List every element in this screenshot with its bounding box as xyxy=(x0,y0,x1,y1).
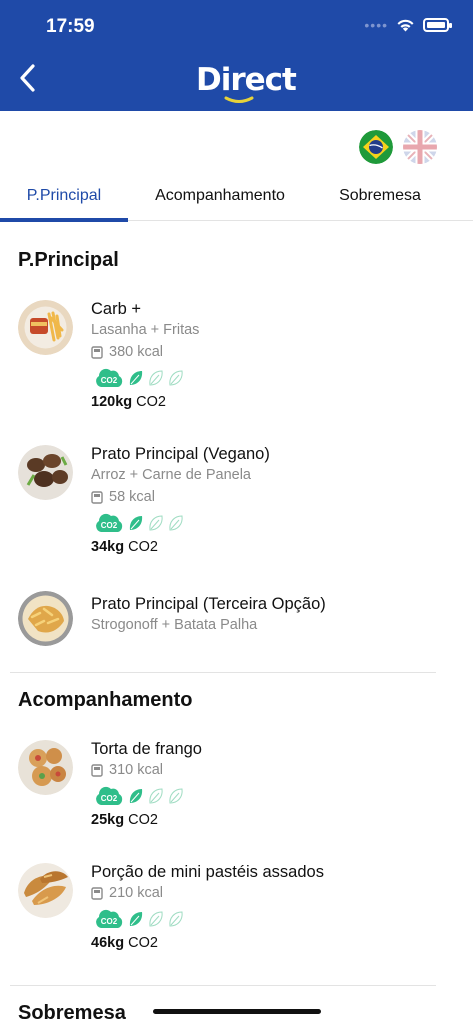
section-title-acompanhamento: Acompanhamento xyxy=(18,689,193,711)
item-calories: 58 kcal xyxy=(91,489,155,505)
leaf-icon xyxy=(169,515,183,531)
item-name: Porção de mini pastéis assados xyxy=(91,863,324,881)
section-title-p-principal: P.Principal xyxy=(18,249,119,271)
leaf-icon xyxy=(169,370,183,386)
item-co2: 34kg CO2 xyxy=(91,539,158,555)
calorie-icon xyxy=(91,490,103,504)
co2-badge-label: CO2 xyxy=(101,521,118,530)
dish-photo xyxy=(18,300,73,355)
signal-icon: •••• xyxy=(364,17,388,33)
leaf-icon xyxy=(129,789,143,803)
leaf-icon xyxy=(169,788,183,804)
eco-rating: CO2 xyxy=(94,785,184,807)
item-name: Carb + xyxy=(91,300,141,318)
co2-amount: 120kg xyxy=(91,394,133,410)
status-icons: •••• xyxy=(364,17,452,33)
app-header: 17:59 •••• Direct xyxy=(0,0,473,111)
item-kcal-value: 310 kcal xyxy=(109,762,164,778)
leaf-icon xyxy=(149,370,163,386)
dish-photo xyxy=(18,863,73,918)
co2-amount: 25kg xyxy=(91,812,125,828)
item-co2: 120kg CO2 xyxy=(91,394,166,410)
tab-sobremesa[interactable]: Sobremesa xyxy=(322,172,438,220)
section-title-sobremesa: Sobremesa xyxy=(18,1002,126,1024)
calorie-icon xyxy=(91,345,103,359)
eco-rating: CO2 xyxy=(94,367,184,389)
active-tab-indicator xyxy=(0,218,128,222)
co2-badge-label: CO2 xyxy=(101,376,118,385)
item-description: Lasanha + Fritas xyxy=(91,322,200,338)
wifi-icon xyxy=(397,19,414,32)
co2-badge-label: CO2 xyxy=(101,794,118,803)
calorie-icon xyxy=(91,763,103,777)
item-co2: 46kg CO2 xyxy=(91,935,158,951)
co2-cloud-icon: CO2 xyxy=(96,513,123,532)
item-calories: 310 kcal xyxy=(91,762,163,778)
item-kcal-value: 380 kcal xyxy=(109,344,164,360)
back-arrow-icon[interactable] xyxy=(16,62,42,94)
calorie-icon xyxy=(91,886,103,900)
tab-p-principal[interactable]: P.Principal xyxy=(0,172,128,220)
menu-item[interactable]: Torta de frango 310 kcal CO2 25kg CO2 xyxy=(0,740,473,835)
app-logo: Direct xyxy=(196,62,297,106)
co2-amount: 34kg xyxy=(91,539,125,555)
co2-badge-label: CO2 xyxy=(101,917,118,926)
home-indicator[interactable] xyxy=(153,1009,321,1014)
category-tabs: P.Principal Acompanhamento Sobremesa xyxy=(0,172,473,222)
status-time: 17:59 xyxy=(46,16,95,37)
section-divider xyxy=(10,672,436,673)
section-divider xyxy=(10,985,436,986)
language-switcher xyxy=(359,130,437,164)
item-calories: 380 kcal xyxy=(91,344,163,360)
item-co2: 25kg CO2 xyxy=(91,812,158,828)
dish-photo xyxy=(18,591,73,646)
item-name: Torta de frango xyxy=(91,740,202,758)
leaf-icon xyxy=(149,911,163,927)
menu-item[interactable]: Prato Principal (Terceira Opção) Strogon… xyxy=(0,591,473,651)
eco-rating: CO2 xyxy=(94,908,184,930)
leaf-icon xyxy=(149,788,163,804)
battery-icon xyxy=(423,18,452,32)
leaf-icon xyxy=(129,912,143,926)
brazil-flag-icon[interactable] xyxy=(359,130,393,164)
leaf-icon xyxy=(129,516,143,530)
item-kcal-value: 210 kcal xyxy=(109,885,164,901)
item-name: Prato Principal (Terceira Opção) xyxy=(91,595,326,613)
item-name: Prato Principal (Vegano) xyxy=(91,445,270,463)
menu-item[interactable]: Porção de mini pastéis assados 210 kcal … xyxy=(0,863,473,958)
eco-rating: CO2 xyxy=(94,512,184,534)
co2-unit: CO2 xyxy=(136,394,166,410)
tab-acompanhamento[interactable]: Acompanhamento xyxy=(140,172,300,220)
logo-smile-icon xyxy=(224,96,254,103)
logo-text: Direct xyxy=(196,62,297,98)
menu-item[interactable]: Prato Principal (Vegano) Arroz + Carne d… xyxy=(0,445,473,560)
item-description: Strogonoff + Batata Palha xyxy=(91,617,258,633)
co2-amount: 46kg xyxy=(91,935,125,951)
co2-unit: CO2 xyxy=(128,935,158,951)
leaf-icon xyxy=(169,911,183,927)
leaf-icon xyxy=(149,515,163,531)
co2-cloud-icon: CO2 xyxy=(96,368,123,387)
item-calories: 210 kcal xyxy=(91,885,163,901)
item-kcal-value: 58 kcal xyxy=(109,489,155,505)
item-description: Arroz + Carne de Panela xyxy=(91,467,251,483)
co2-cloud-icon: CO2 xyxy=(96,786,123,805)
co2-unit: CO2 xyxy=(128,539,158,555)
dish-photo xyxy=(18,445,73,500)
leaf-icon xyxy=(129,371,143,385)
co2-cloud-icon: CO2 xyxy=(96,909,123,928)
uk-flag-icon[interactable] xyxy=(403,130,437,164)
menu-item[interactable]: Carb + Lasanha + Fritas 380 kcal CO2 120… xyxy=(0,300,473,415)
dish-photo xyxy=(18,740,73,795)
co2-unit: CO2 xyxy=(128,812,158,828)
